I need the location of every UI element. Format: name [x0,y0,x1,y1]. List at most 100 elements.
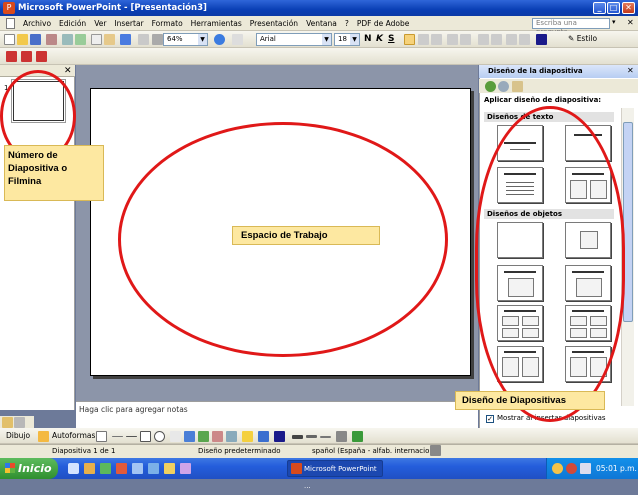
italic-button[interactable]: K [376,34,383,44]
pdf-email-icon[interactable] [21,51,32,62]
diagram-icon[interactable] [198,431,209,442]
line-tool-icon[interactable] [112,436,123,437]
tray-volume-icon[interactable] [580,463,591,474]
task-pane-close-button[interactable]: ✕ [627,66,634,75]
align-left-icon[interactable] [404,34,415,45]
pdf-convert-icon[interactable] [6,51,17,62]
open-folder-icon[interactable] [17,34,28,45]
font-color-icon[interactable] [536,34,547,45]
minimize-button[interactable]: _ [593,2,606,14]
menu-ver[interactable]: Ver [90,16,110,31]
back-icon[interactable] [485,81,496,92]
align-center-icon[interactable] [418,34,429,45]
tray-security-icon[interactable] [566,463,577,474]
powerpoint-app-icon[interactable]: P [3,2,15,14]
forward-icon[interactable] [498,81,509,92]
fill-color-icon[interactable] [242,431,253,442]
increase-indent-icon[interactable] [519,34,530,45]
home-icon[interactable] [512,81,523,92]
menu-edicion[interactable]: Edición [55,16,90,31]
arrow-tool-icon[interactable] [126,436,137,437]
decrease-font-icon[interactable] [491,34,502,45]
help-icon[interactable] [214,34,225,45]
slide-design-button[interactable]: ✎ Estilo [568,34,597,43]
copy-icon[interactable] [91,34,102,45]
menu-help[interactable]: ? [341,16,353,31]
draw-menu-button[interactable]: Dibujo [6,431,30,440]
shadow-icon[interactable] [336,431,347,442]
tray-network-icon[interactable] [552,463,563,474]
ellipse-tool-icon[interactable] [154,431,165,442]
slides-pane-close-button[interactable]: ✕ [64,65,72,77]
numbering-icon[interactable] [447,34,458,45]
underline-button[interactable]: S [388,34,394,44]
menu-formato[interactable]: Formato [148,16,187,31]
new-document-icon[interactable] [4,34,15,45]
sorter-view-icon[interactable] [14,417,25,428]
quicklaunch-extra-icon[interactable] [180,463,191,474]
maximize-button[interactable]: □ [607,2,620,14]
rectangle-tool-icon[interactable] [140,431,151,442]
permission-icon[interactable] [46,34,57,45]
normal-view-icon[interactable] [2,417,13,428]
bold-button[interactable]: N [364,34,372,44]
clipart-icon[interactable] [212,431,223,442]
quicklaunch-explorer-icon[interactable] [164,463,175,474]
taskbar-powerpoint-icon [291,463,302,474]
autoshapes-icon[interactable] [38,431,49,442]
spelling-icon[interactable] [75,34,86,45]
spellcheck-status-icon[interactable] [430,445,441,456]
menu-herramientas[interactable]: Herramientas [187,16,246,31]
zoom-dropdown-icon[interactable]: ▼ [198,34,207,45]
quicklaunch-ie-icon[interactable] [68,463,79,474]
document-icon[interactable] [6,17,15,29]
close-button[interactable]: ✕ [622,2,635,14]
clock[interactable]: 05:01 p.m. [596,464,637,473]
wordart-icon[interactable] [184,431,195,442]
three-d-icon[interactable] [352,431,363,442]
bullets-icon[interactable] [460,34,471,45]
pdf-review-icon[interactable] [36,51,47,62]
menu-archivo[interactable]: Archivo [19,16,55,31]
autoshapes-button[interactable]: Autoformas [52,431,95,440]
view-buttons[interactable] [0,416,34,428]
font-size-dropdown-icon[interactable]: ▼ [350,34,359,45]
quicklaunch-app-icon[interactable] [116,463,127,474]
insert-chart-icon[interactable] [138,34,149,45]
help-dropdown-icon[interactable]: ▾ [612,18,616,26]
help-search-input[interactable]: Escriba una pregunta [532,18,610,36]
quicklaunch-desktop-icon[interactable] [132,463,143,474]
arrow-style-icon[interactable] [320,436,331,438]
more-buttons-icon[interactable] [232,34,243,45]
menu-insertar[interactable]: Insertar [110,16,147,31]
select-arrow-icon[interactable] [96,431,107,442]
paste-icon[interactable] [104,34,115,45]
task-pane-title[interactable]: Diseño de la diapositiva [488,67,583,75]
align-right-icon[interactable] [431,34,442,45]
print-icon[interactable] [62,34,73,45]
line-color-icon[interactable] [258,431,269,442]
quicklaunch-media-icon[interactable] [100,463,111,474]
quicklaunch-folder-icon[interactable] [84,463,95,474]
insert-table-icon[interactable] [152,34,163,45]
line-style-icon[interactable] [292,435,303,439]
textbox-icon[interactable] [170,431,181,442]
increase-font-icon[interactable] [478,34,489,45]
font-size-combo[interactable]: 18 ▼ [334,33,360,46]
save-icon[interactable] [30,34,41,45]
font-dropdown-icon[interactable]: ▼ [322,34,331,45]
menu-pdf-adobe[interactable]: PDF de Adobe [353,16,413,31]
menu-ventana[interactable]: Ventana [302,16,341,31]
decrease-indent-icon[interactable] [506,34,517,45]
status-language: spañol (España - alfab. internacional [312,447,441,455]
undo-icon[interactable] [120,34,131,45]
quicklaunch-mail-icon[interactable] [148,463,159,474]
menu-presentacion[interactable]: Presentación [246,16,302,31]
dash-style-icon[interactable] [306,435,317,438]
document-close-button[interactable]: ✕ [627,18,634,27]
picture-icon[interactable] [226,431,237,442]
text-color-icon[interactable] [274,431,285,442]
show-on-insert-checkbox[interactable]: ✓ [486,415,494,423]
zoom-combo[interactable]: 64% ▼ [163,33,208,46]
font-combo[interactable]: Arial ▼ [256,33,332,46]
